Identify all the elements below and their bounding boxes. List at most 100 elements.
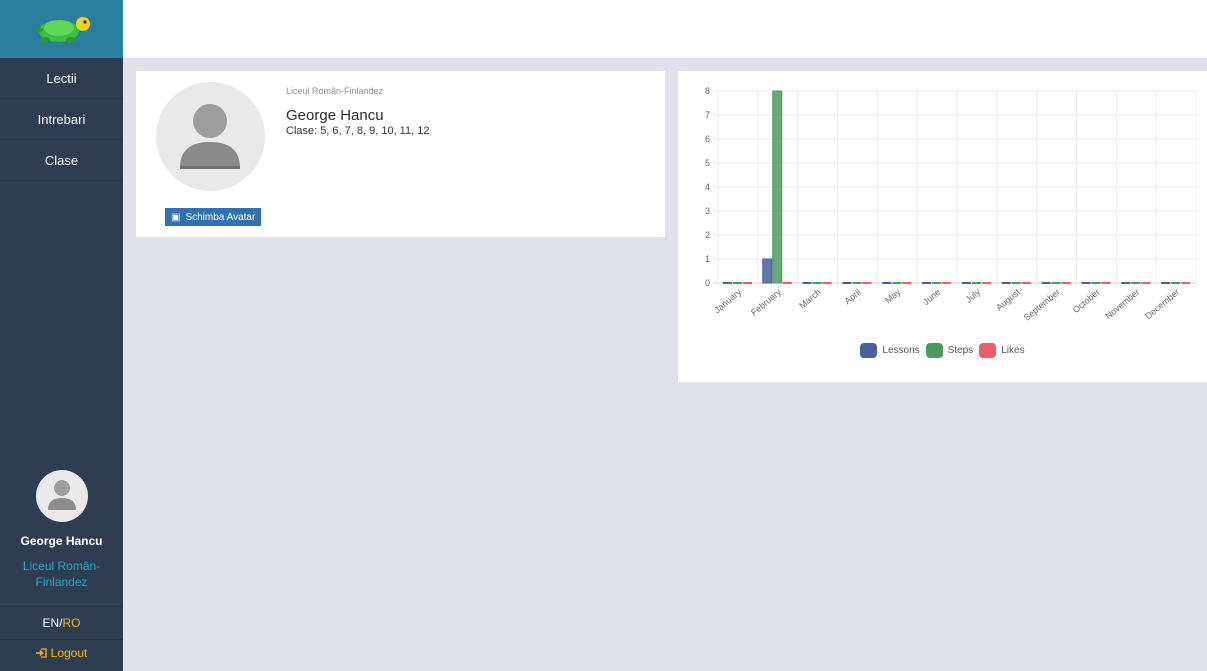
bar-likes [942, 282, 952, 284]
classes-label: Clase: [286, 125, 318, 137]
bar-steps [732, 282, 742, 284]
logout-label: Logout [50, 646, 88, 660]
bar-lessons [802, 282, 812, 284]
activity-bar-chart: 0 1 2 3 4 5 6 7 8 January February March April May Jun… [705, 86, 1197, 323]
image-icon: ▣ [171, 211, 181, 223]
y-tick-label: 2 [705, 230, 710, 240]
legend-item-likes[interactable]: Likes [979, 343, 1025, 358]
y-tick-label: 6 [705, 134, 710, 144]
classes-value: 5, 6, 7, 8, 9, 10, 11, 12 [320, 125, 430, 137]
bar-likes [1021, 282, 1031, 284]
legend-label: Likes [1001, 345, 1025, 356]
legend-swatch [925, 343, 943, 358]
bar-lessons [762, 258, 773, 284]
nav-item-label: Intrebari [37, 111, 86, 127]
nav-item-intrebari[interactable]: Intrebari [0, 99, 123, 140]
lang-en-option[interactable]: EN [42, 616, 59, 630]
x-tick-label: June [921, 287, 942, 307]
nav-item-lectii[interactable]: Lectii [0, 58, 123, 99]
bar-steps [971, 282, 981, 284]
sign-in-icon [35, 648, 47, 658]
bar-steps [1051, 282, 1061, 284]
lang-ro-option[interactable]: RO [63, 616, 81, 630]
bar-steps [772, 90, 783, 284]
bar-lessons [1161, 282, 1171, 284]
bar-likes [1181, 282, 1191, 284]
bar-lessons [842, 282, 852, 284]
y-tick-label: 1 [705, 254, 710, 264]
legend-item-lessons[interactable]: Lessons [860, 343, 920, 358]
bar-lessons [1041, 282, 1051, 284]
bar-steps [812, 282, 822, 284]
bar-likes [742, 282, 752, 284]
bar-lessons [722, 282, 732, 284]
x-tick-label: August [994, 287, 1022, 313]
x-tick-label: April [842, 287, 862, 306]
legend-swatch [860, 343, 878, 358]
bar-likes [822, 282, 832, 284]
sidebar: Lectii Intrebari Clase George Hancu Lice… [0, 0, 123, 671]
bar-lessons [922, 282, 932, 284]
profile-classes: Clase: 5, 6, 7, 8, 9, 10, 11, 12 [286, 125, 432, 137]
y-tick-label: 0 [705, 278, 710, 288]
bar-steps [892, 282, 902, 284]
chart-legend: Lessons Steps Likes [678, 343, 1207, 358]
bar-steps [1091, 282, 1101, 284]
activity-chart-card: 0 1 2 3 4 5 6 7 8 January February March April May Jun… [678, 71, 1207, 382]
change-avatar-label: Schimba Avatar [185, 211, 256, 223]
nav-item-label: Lectii [46, 70, 77, 86]
legend-label: Lessons [882, 345, 920, 356]
bar-steps [932, 282, 942, 284]
bar-lessons [1121, 282, 1131, 284]
sidebar-user-panel: George Hancu Liceul Român-Finlandez EN / R… [0, 470, 123, 660]
y-tick-label: 4 [705, 182, 710, 192]
x-tick-label: September [1022, 287, 1062, 323]
turtle-logo-icon [34, 17, 90, 43]
bar-lessons [882, 282, 892, 284]
user-avatar-icon [47, 480, 76, 510]
bar-lessons [1081, 282, 1091, 284]
nav-item-clase[interactable]: Clase [0, 140, 123, 181]
profile-card: ▣ Schimba Avatar Liceul Român-Finlandez … [136, 71, 665, 237]
bar-likes [782, 282, 792, 284]
legend-label: Steps [947, 345, 974, 356]
bar-likes [862, 282, 872, 284]
bar-steps [1131, 282, 1141, 284]
x-tick-label: January [712, 287, 743, 316]
nav-item-label: Clase [44, 152, 79, 168]
bar-likes [1061, 282, 1071, 284]
bar-likes [1141, 282, 1151, 284]
top-header [123, 0, 1207, 58]
bar-lessons [1001, 282, 1011, 284]
sidebar-user-name: George Hancu [20, 534, 103, 548]
x-tick-label: February [749, 287, 783, 318]
x-tick-label: November [1103, 287, 1141, 321]
bar-likes [902, 282, 912, 284]
bar-lessons [961, 282, 971, 284]
x-tick-label: October [1071, 287, 1102, 315]
y-tick-label: 8 [705, 86, 710, 96]
y-tick-label: 5 [705, 158, 710, 168]
bar-steps [1011, 282, 1021, 284]
legend-item-steps[interactable]: Steps [925, 343, 974, 358]
y-tick-label: 3 [705, 206, 710, 216]
profile-name: George Hancu [286, 107, 384, 124]
y-tick-label: 7 [705, 110, 710, 120]
profile-avatar [156, 82, 265, 191]
legend-swatch [979, 343, 997, 358]
bar-likes [1101, 282, 1111, 284]
logout-button[interactable]: Logout [0, 646, 123, 660]
language-switcher: EN / RO [0, 606, 123, 640]
x-tick-label: March [797, 287, 823, 311]
bar-steps [852, 282, 862, 284]
x-tick-label: December [1143, 287, 1181, 321]
bar-likes [981, 282, 991, 284]
sidebar-school-link[interactable]: Liceul Român-Finlandez [0, 558, 123, 590]
change-avatar-button[interactable]: ▣ Schimba Avatar [165, 208, 262, 226]
user-avatar-icon [180, 104, 240, 169]
x-tick-label: May [883, 287, 903, 306]
bar-steps [1171, 282, 1181, 284]
x-tick-label: July [964, 287, 983, 305]
sidebar-avatar[interactable] [35, 470, 88, 522]
app-logo[interactable] [0, 0, 123, 58]
